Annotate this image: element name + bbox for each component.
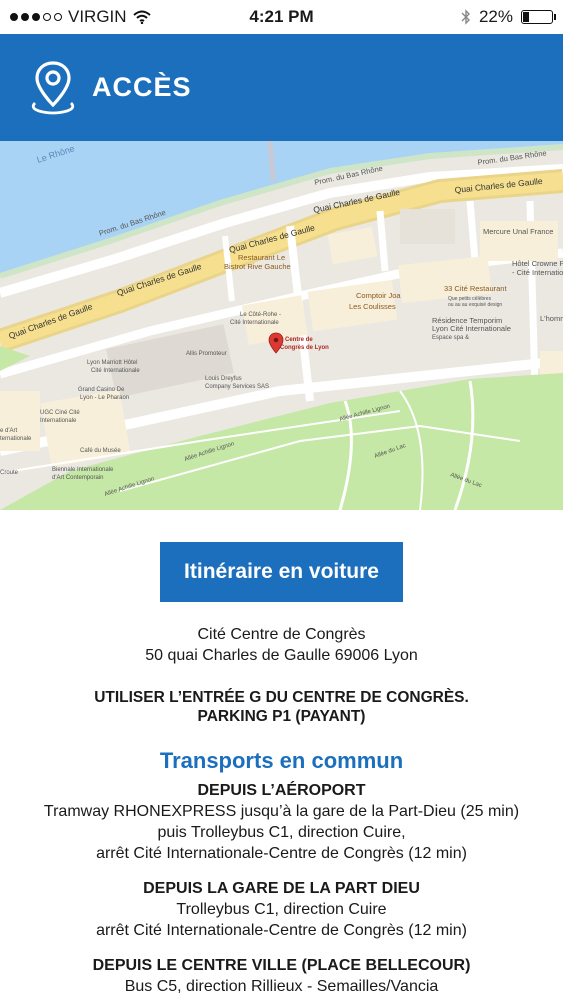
map-label: Grand Casino De — [78, 387, 125, 393]
transport-mode-line: arrêt Cité Internationale-Centre de Cong… — [96, 845, 467, 862]
signal-strength-icon — [10, 13, 62, 21]
transport-mode-airport: DEPUIS L’AÉROPORT Tramway RHONEXPRESS ju… — [0, 780, 563, 864]
entrance-notice: UTILISER L’ENTRÉE G DU CENTRE DE CONGRÈS… — [0, 688, 563, 726]
battery-percentage: 22% — [478, 7, 513, 26]
transport-mode-city-centre: DEPUIS LE CENTRE VILLE (PLACE BELLECOUR)… — [0, 955, 563, 997]
map-label: Congrès de Lyon — [280, 345, 329, 351]
map-label: L'homme — [540, 314, 563, 323]
map-label: UGC Ciné Cité — [40, 410, 80, 416]
map-label: Biennale Internationale — [52, 467, 114, 473]
map-label: Lyon Marriott Hôtel — [87, 360, 137, 366]
transport-mode-heading: DEPUIS L’AÉROPORT — [197, 782, 366, 799]
status-bar: VIRGIN 4:21 PM 22% — [0, 0, 563, 34]
map-label: Le Côté-Rohe - — [240, 312, 281, 318]
address-line-1: Cité Centre de Congrès — [197, 626, 366, 643]
transport-mode-heading: DEPUIS LA GARE DE LA PART DIEU — [143, 880, 420, 897]
map-label: d'Art Contemporain — [52, 475, 104, 481]
access-content: Itinéraire en voiture Cité Centre de Con… — [0, 510, 563, 997]
carrier-name: VIRGIN — [68, 7, 127, 26]
map-label: Croute — [0, 470, 19, 476]
map-label: ou au au exquisé design — [448, 302, 502, 308]
map-label: Espace spa & — [432, 335, 469, 341]
map-label: - Cité Internationale — [512, 268, 563, 277]
map-view[interactable]: Le Rhône Prom. du Bas Rhône Prom. du Bas… — [0, 141, 563, 510]
map-label: e d'Art — [0, 428, 17, 434]
map-label: Restaurant Le — [238, 253, 285, 262]
transport-mode-line: Trolleybus C1, direction Cuire — [176, 901, 387, 918]
address: Cité Centre de Congrès 50 quai Charles d… — [0, 624, 563, 666]
map-label: Louis Dreyfus — [205, 376, 242, 382]
transport-mode-line: Tramway RHONEXPRESS jusqu’à la gare de l… — [43, 803, 520, 820]
entrance-notice-line-1: UTILISER L’ENTRÉE G DU CENTRE DE CONGRÈS… — [94, 689, 469, 706]
map-label: Centre de — [285, 337, 313, 343]
map-canvas: Le Rhône Prom. du Bas Rhône Prom. du Bas… — [0, 141, 563, 510]
map-label: Company Services SAS — [205, 384, 269, 390]
map-label: ternationale — [0, 436, 32, 442]
transport-mode-line: Bus C5, direction Rillieux - Semailles/V… — [124, 978, 439, 995]
page-header: ACCÈS — [0, 34, 563, 141]
page-title: ACCÈS — [92, 72, 192, 102]
map-label: Hôtel Crowne Plaza — [512, 259, 563, 268]
wifi-icon — [132, 10, 151, 24]
transport-mode-line: puis Trolleybus C1, direction Cuire, — [157, 824, 406, 841]
map-label: Allis Promoteur — [186, 351, 227, 357]
transport-mode-heading: DEPUIS LE CENTRE VILLE (PLACE BELLECOUR) — [92, 957, 471, 974]
map-label: Bistrot Rive Gauche — [224, 262, 291, 271]
battery-level — [523, 12, 529, 22]
map-label: Mercure Unal France — [483, 227, 553, 236]
map-label: Lyon - Le Pharaon — [80, 395, 129, 401]
map-label: Café du Musée — [80, 448, 121, 454]
bluetooth-icon — [461, 9, 470, 25]
map-label: 33 Cité Restaurant — [444, 284, 507, 293]
transport-mode-line: arrêt Cité Internationale-Centre de Cong… — [96, 922, 467, 939]
map-label: Comptoir Joa — [356, 291, 401, 300]
entrance-notice-line-2: PARKING P1 (PAYANT) — [197, 708, 366, 725]
map-label: Lyon Cité Internationale — [432, 324, 511, 333]
battery-icon — [521, 10, 556, 24]
map-label: Cité Internationale — [230, 320, 279, 326]
map-label: Internationale — [40, 418, 77, 424]
map-label: Les Coulisses — [349, 302, 396, 311]
location-pin-icon — [31, 60, 75, 114]
status-bar-left: VIRGIN — [10, 7, 151, 27]
transport-section-title: Transports en commun — [159, 748, 404, 773]
map-label: Cité Internationale — [91, 368, 140, 374]
status-bar-right: 22% — [461, 7, 556, 27]
transport-mode-part-dieu: DEPUIS LA GARE DE LA PART DIEU Trolleybu… — [0, 878, 563, 941]
address-line-2: 50 quai Charles de Gaulle 69006 Lyon — [145, 647, 418, 664]
itinerary-by-car-button[interactable]: Itinéraire en voiture — [160, 542, 403, 602]
